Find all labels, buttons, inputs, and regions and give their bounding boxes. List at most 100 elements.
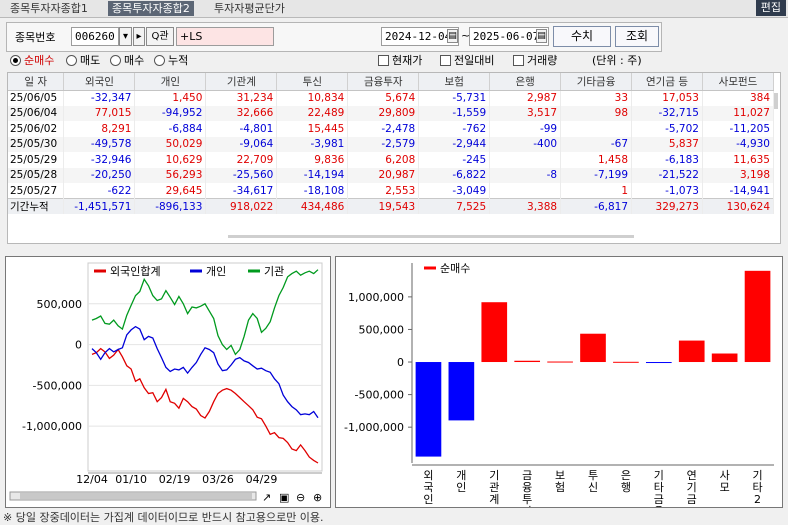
column-header[interactable]: 연기금 등 [631,73,703,91]
bar [415,362,442,457]
tab-bar: 종목투자자종합1 종목투자자종합2 투자자평균단가 편집 [0,0,788,17]
save-icon[interactable]: ▣ [279,491,289,504]
checkbox-prev-change[interactable] [440,55,451,66]
value-cell: 5,837 [631,136,703,152]
value-cell: -1,559 [418,105,491,121]
legend-label: 개인 [206,265,226,278]
horizontal-scrollbar[interactable] [228,235,634,238]
value-cell: 33 [560,90,633,106]
column-header[interactable]: 사모펀드 [702,73,775,91]
value-cell: -11,205 [702,121,775,137]
column-header[interactable]: 외국인 [63,73,136,91]
checkbox-volume-label: 거래량 [527,54,558,67]
value-cell: 22,709 [205,152,278,168]
bar [580,333,606,363]
expand-icon[interactable]: ↗ [262,491,271,504]
value-cell: -762 [418,121,491,137]
table-row[interactable]: 25/06/05 -32,347 1,450 31,234 10,834 5,674 -5,… [8,90,775,106]
radio-buy[interactable] [110,55,121,66]
tab-investor-summary-1[interactable]: 종목투자자종합1 [6,1,92,16]
tab-investor-avg-price[interactable]: 투자자평균단가 [210,1,289,16]
column-header[interactable]: 금융투자 [347,73,420,91]
value-cell: -67 [560,136,633,152]
end-calendar-button[interactable]: ▤ [536,29,547,43]
column-header[interactable]: 일 자 [8,73,65,91]
radio-cumulative[interactable] [154,55,165,66]
value-cell: -4,801 [205,121,278,137]
value-cell: 98 [560,105,633,121]
plot-area [87,262,323,472]
category-label: 신 [588,481,598,494]
value-cell [560,121,633,137]
tab-investor-summary-2[interactable]: 종목투자자종합2 [108,1,194,16]
column-header[interactable]: 기관계 [205,73,278,91]
value-cell: -20,250 [63,167,136,183]
start-calendar-button[interactable]: ▤ [447,29,458,43]
column-header[interactable]: 개인 [134,73,207,91]
total-cell: 918,022 [205,198,278,214]
stock-code-input[interactable]: 006260 [71,27,119,46]
column-header[interactable]: 투신 [276,73,349,91]
table-row[interactable]: 25/06/04 77,015 -94,952 32,666 22,489 29,809-… [8,105,775,121]
table-row[interactable]: 25/06/02 8,291 -6,884 -4,801 15,445 -2,478 -76… [8,121,775,137]
category-label: 인 [456,481,466,494]
unit-label: (단위 : 주) [592,54,642,67]
value-cell: -6,183 [631,152,703,168]
table-row[interactable]: 25/05/29 -32,946 10,629 22,709 9,836 6,208 -24… [8,152,775,168]
calendar-icon: ▤ [448,31,457,41]
radio-cumulative-label: 누적 [168,54,189,67]
zoom-out-icon[interactable]: ⊖ [296,491,305,504]
zoom-in-icon[interactable]: ⊕ [313,491,322,504]
category-label: 2 [754,493,761,506]
radio-buy-label: 매수 [124,54,145,67]
table-row[interactable]: 25/05/27 -622 29,645 -34,617 -18,108 2,553 -3,… [8,183,775,199]
value-cell: -14,194 [276,167,349,183]
category-label: 험 [555,481,565,494]
options-row: 순매수 매도 매수 누적 현재가 전일대비 거래량 (단위 : 주) [8,54,778,70]
value-cell: 10,834 [276,90,349,106]
checkbox-current-price[interactable] [378,55,389,66]
value-cell: -6,884 [134,121,207,137]
next-button[interactable]: ▸ [133,27,145,46]
bar [514,360,541,363]
search-bar: 종목번호 006260 ▾ ▸ Q관 +LS 2024-12-04 ▤ ~ 20… [6,22,662,52]
value-cell: -14,941 [702,183,775,199]
y-tick-label: 0 [397,356,404,369]
cumulative-line-chart: 500,000 0 -500,000 -1,000,000 12/04 01/10 02/1… [9,262,323,504]
total-cell: -1,451,571 [63,198,136,214]
value-button[interactable]: 수치 [553,26,611,47]
y-tick-label: 0 [75,339,82,352]
date-cell: 25/05/29 [8,152,65,168]
chart-scroll-thumb[interactable] [20,493,252,499]
code-dropdown-button[interactable]: ▾ [119,27,132,46]
total-row: 기간누적 -1,451,571 -896,133 918,022 434,486 19,5… [8,198,775,214]
column-header[interactable]: 기타금융 [560,73,633,91]
value-cell: -2,944 [418,136,491,152]
y-tick-label: -1,000,000 [344,421,404,434]
value-cell: -400 [489,136,562,152]
radio-sell[interactable] [66,55,77,66]
radio-net-buy[interactable] [10,55,21,66]
bar [711,353,738,363]
value-cell: -5,702 [631,121,703,137]
value-cell: -6,822 [418,167,491,183]
table-row[interactable]: 25/05/30 -49,578 50,029 -9,064 -3,981 -2,579-… [8,136,775,152]
column-header[interactable]: 보험 [418,73,491,91]
category-label: 융 [654,505,664,507]
value-cell: 2,987 [489,90,562,106]
value-cell: -8 [489,167,562,183]
total-label: 기간누적 [8,198,65,214]
code-label: 종목번호 [15,31,56,44]
query-button[interactable]: 조회 [615,26,659,47]
line-chart-panel: 500,000 0 -500,000 -1,000,000 12/04 01/10 02/1… [5,256,331,508]
table-row[interactable]: 25/05/28 -20,250 56,293 -25,560 -14,194 20,98… [8,167,775,183]
value-cell: 1 [560,183,633,199]
radio-net-buy-label: 순매수 [24,54,55,67]
column-header[interactable]: 은행 [489,73,562,91]
category-label: 자 [522,505,532,507]
vertical-scrollbar[interactable] [774,93,778,109]
net-buy-bar-chart: 1,000,000500,0000-500,000-1,000,000외국인개인… [344,262,774,518]
stock-search-button[interactable]: Q관 [146,27,174,46]
checkbox-volume[interactable] [513,55,524,66]
edit-button[interactable]: 편집 [755,0,786,16]
